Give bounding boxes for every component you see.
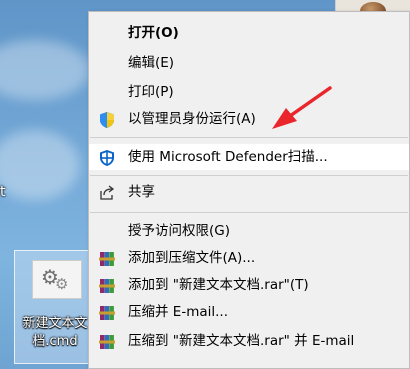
cmd-file-icon[interactable]: ⚙ ⚙ 新建文本文 档.cmd (14, 250, 96, 364)
menu-item-compress-rar-email[interactable]: 压缩到 "新建文本文档.rar" 并 E-mail (89, 328, 409, 354)
gear-icon: ⚙ ⚙ (32, 260, 82, 299)
menu-item-share[interactable]: 共享 (89, 179, 409, 205)
cloud (0, 40, 90, 100)
winrar-books-icon (99, 279, 115, 293)
menu-item-grant-access[interactable]: 授予访问权限(G) (89, 218, 409, 244)
menu-item-print[interactable]: 打印(P) (89, 79, 409, 105)
menu-item-edit[interactable]: 编辑(E) (89, 50, 409, 76)
cloud (0, 130, 80, 200)
share-icon (100, 185, 115, 200)
menu-item-label: 共享 (128, 184, 155, 200)
menu-item-add-to-rar[interactable]: 添加到 "新建文本文档.rar"(T) (89, 272, 409, 298)
context-menu: 打开(O) 编辑(E) 打印(P) 以管理员身份运行(A) 使用 Microso… (88, 11, 410, 369)
file-name: 新建文本文 档.cmd (15, 315, 95, 351)
menu-item-label: 编辑(E) (128, 55, 175, 71)
menu-separator (90, 212, 408, 213)
menu-item-label: 以管理员身份运行(A) (128, 111, 256, 127)
menu-item-label: 压缩并 E-mail... (128, 304, 228, 320)
winrar-books-icon (99, 335, 115, 349)
menu-item-label: 打开(O) (128, 25, 179, 41)
winrar-books-icon (99, 252, 115, 266)
menu-item-label: 打印(P) (128, 84, 174, 100)
file-name-line-1: 新建文本文 (22, 316, 88, 331)
menu-separator (90, 137, 408, 138)
uac-shield-icon (100, 112, 114, 128)
menu-item-open[interactable]: 打开(O) (89, 20, 409, 46)
desktop-label: t (0, 184, 6, 200)
menu-item-defender-scan[interactable]: 使用 Microsoft Defender扫描... (89, 144, 409, 170)
menu-item-compress-email[interactable]: 压缩并 E-mail... (89, 299, 409, 325)
menu-separator (90, 175, 408, 176)
menu-item-add-to-archive[interactable]: 添加到压缩文件(A)... (89, 245, 409, 271)
menu-item-label: 使用 Microsoft Defender扫描... (128, 149, 328, 165)
menu-item-label: 授予访问权限(G) (128, 223, 230, 239)
menu-item-label: 压缩到 "新建文本文档.rar" 并 E-mail (128, 333, 355, 349)
menu-item-label: 添加到 "新建文本文档.rar"(T) (128, 277, 309, 293)
defender-shield-icon (100, 150, 114, 166)
menu-item-label: 添加到压缩文件(A)... (128, 250, 256, 266)
winrar-books-icon (99, 306, 115, 320)
menu-item-run-as-admin[interactable]: 以管理员身份运行(A) (89, 106, 409, 132)
file-name-line-2: 档.cmd (32, 334, 78, 349)
